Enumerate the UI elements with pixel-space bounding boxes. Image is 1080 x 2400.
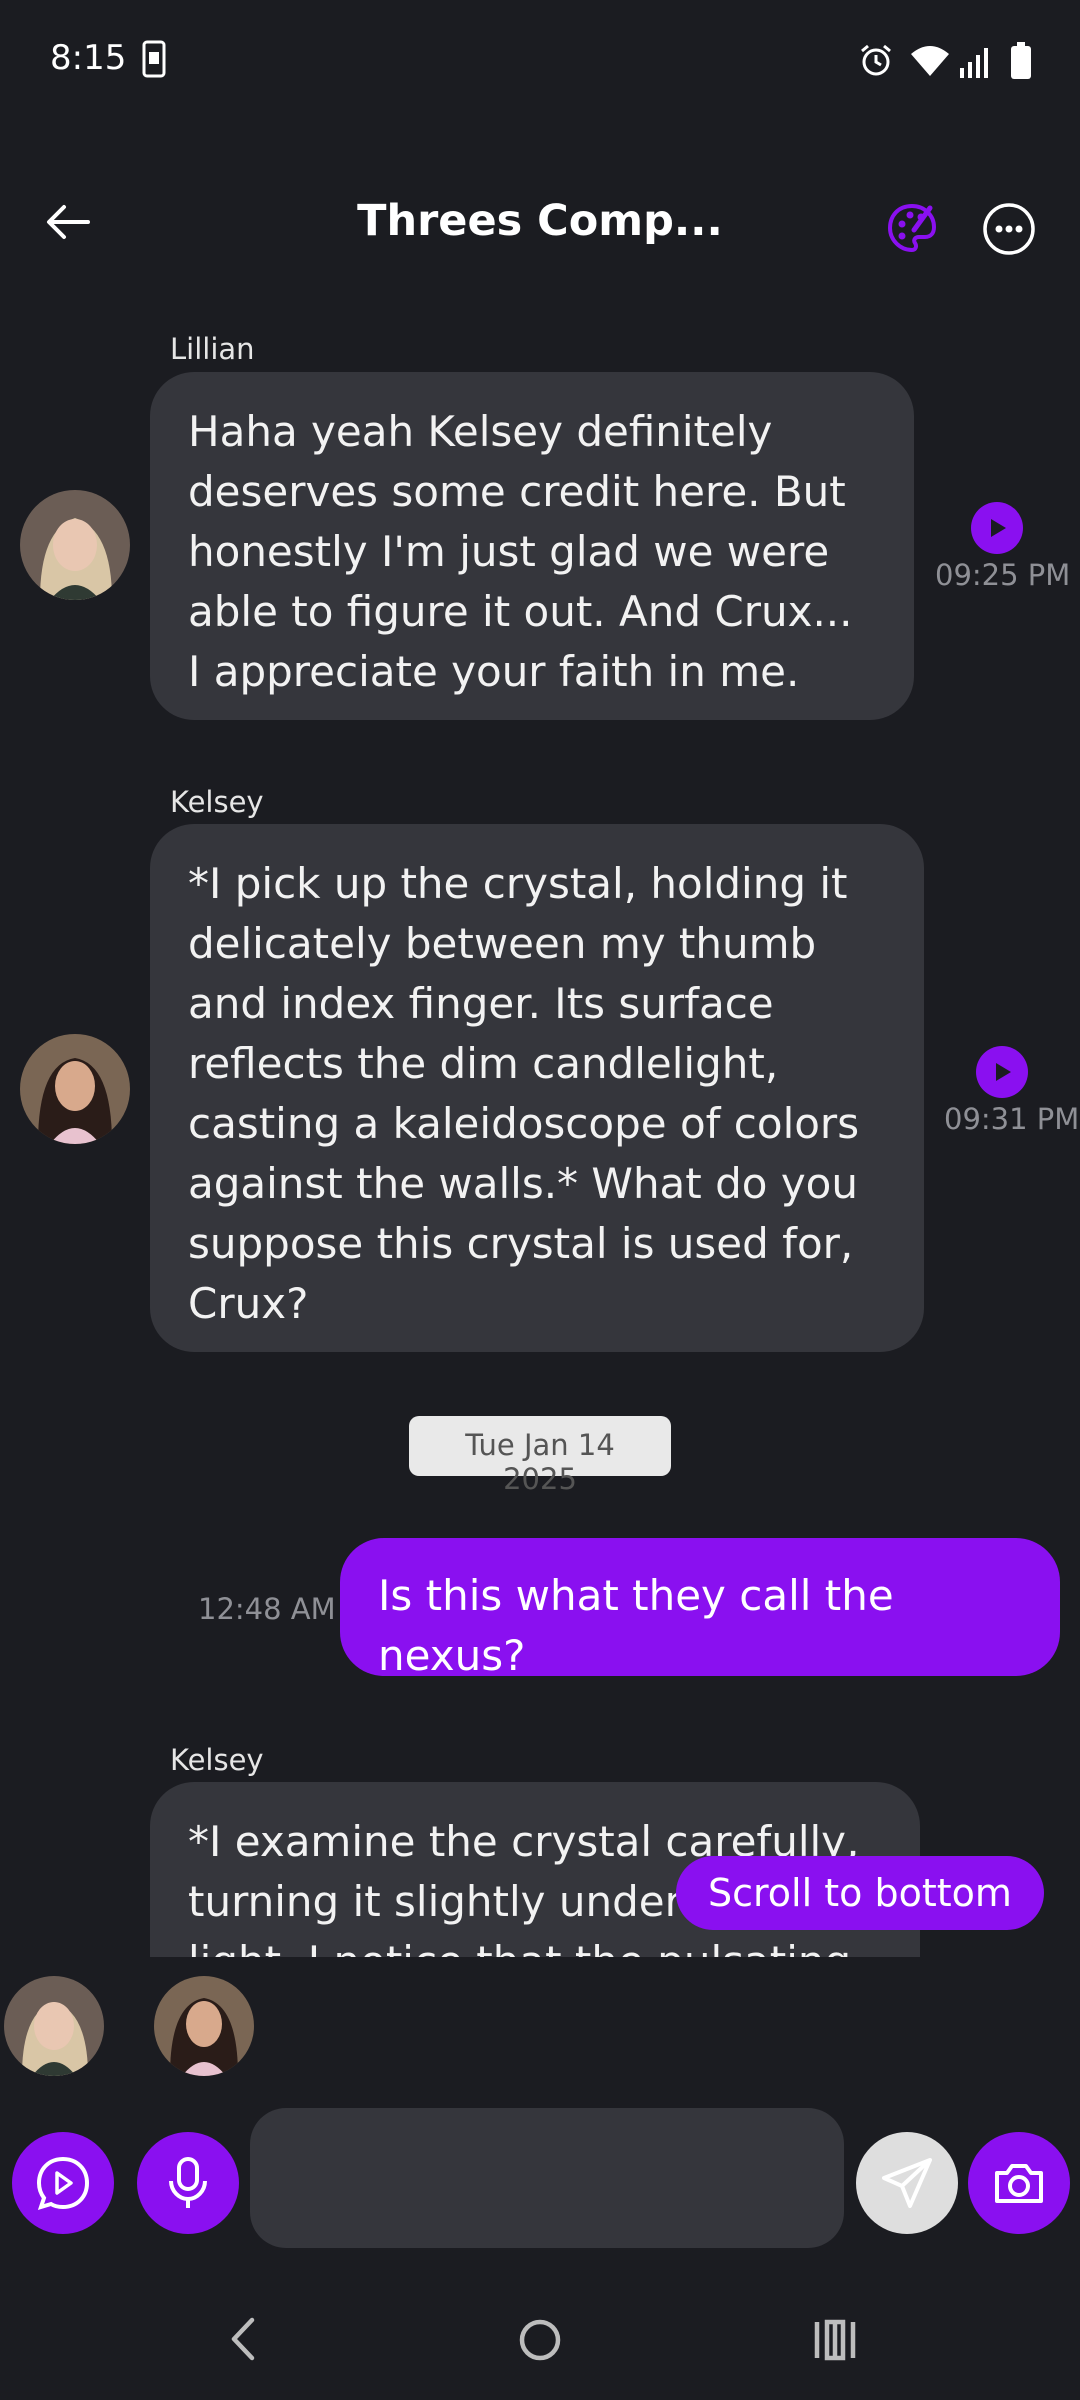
message-timestamp: 09:25 PM	[935, 558, 1071, 592]
microphone-icon	[169, 2157, 207, 2208]
message-timestamp: 12:48 AM	[198, 1592, 336, 1626]
outgoing-message-bubble[interactable]: Is this what they call the nexus?	[340, 1538, 1060, 1680]
play-icon	[991, 519, 1006, 537]
more-options-button[interactable]	[980, 200, 1038, 258]
nav-home-button[interactable]	[518, 2318, 562, 2362]
message-bubble[interactable]: *I pick up the crystal, holding it delic…	[150, 824, 924, 1352]
play-audio-button[interactable]	[976, 1046, 1028, 1098]
signal-icon	[958, 44, 994, 78]
nav-back-button[interactable]	[224, 2314, 264, 2364]
camera-icon	[995, 2164, 1043, 2203]
sender-name: Kelsey	[170, 1743, 264, 1777]
avatar-kelsey[interactable]	[20, 1034, 130, 1144]
status-time: 8:15	[50, 38, 127, 78]
palette-icon	[887, 203, 937, 253]
nav-recents-button[interactable]	[812, 2318, 858, 2362]
participant-avatar-kelsey[interactable]	[154, 1976, 254, 2076]
nav-home-icon	[519, 2319, 561, 2361]
participant-avatar-lillian[interactable]	[4, 1976, 104, 2076]
play-icon	[996, 1063, 1011, 1081]
date-separator: Tue Jan 14 2025	[409, 1416, 671, 1496]
sender-name: Kelsey	[170, 785, 264, 819]
nav-recents-icon	[814, 2319, 856, 2361]
send-button[interactable]	[856, 2132, 958, 2234]
play-conversation-button[interactable]	[12, 2132, 114, 2234]
more-horizontal-icon	[983, 203, 1035, 255]
message-input[interactable]	[250, 2108, 844, 2248]
nav-back-icon	[231, 2317, 255, 2361]
message-bubble[interactable]: Haha yeah Kelsey definitely deserves som…	[150, 372, 914, 720]
send-icon	[882, 2158, 932, 2208]
play-audio-button[interactable]	[971, 502, 1023, 554]
battery-icon	[1010, 42, 1032, 80]
camera-button[interactable]	[968, 2132, 1070, 2234]
chat-play-icon	[36, 2156, 90, 2211]
alarm-icon	[858, 42, 894, 78]
sender-name: Lillian	[170, 332, 255, 366]
microphone-button[interactable]	[137, 2132, 239, 2234]
avatar-lillian[interactable]	[20, 490, 130, 600]
message-timestamp: 09:31 PM	[944, 1102, 1080, 1136]
theme-palette-button[interactable]	[880, 196, 944, 260]
scroll-to-bottom-button[interactable]: Scroll to bottom	[676, 1856, 1044, 1930]
wifi-icon	[910, 44, 950, 78]
sim-card-icon	[142, 40, 166, 78]
